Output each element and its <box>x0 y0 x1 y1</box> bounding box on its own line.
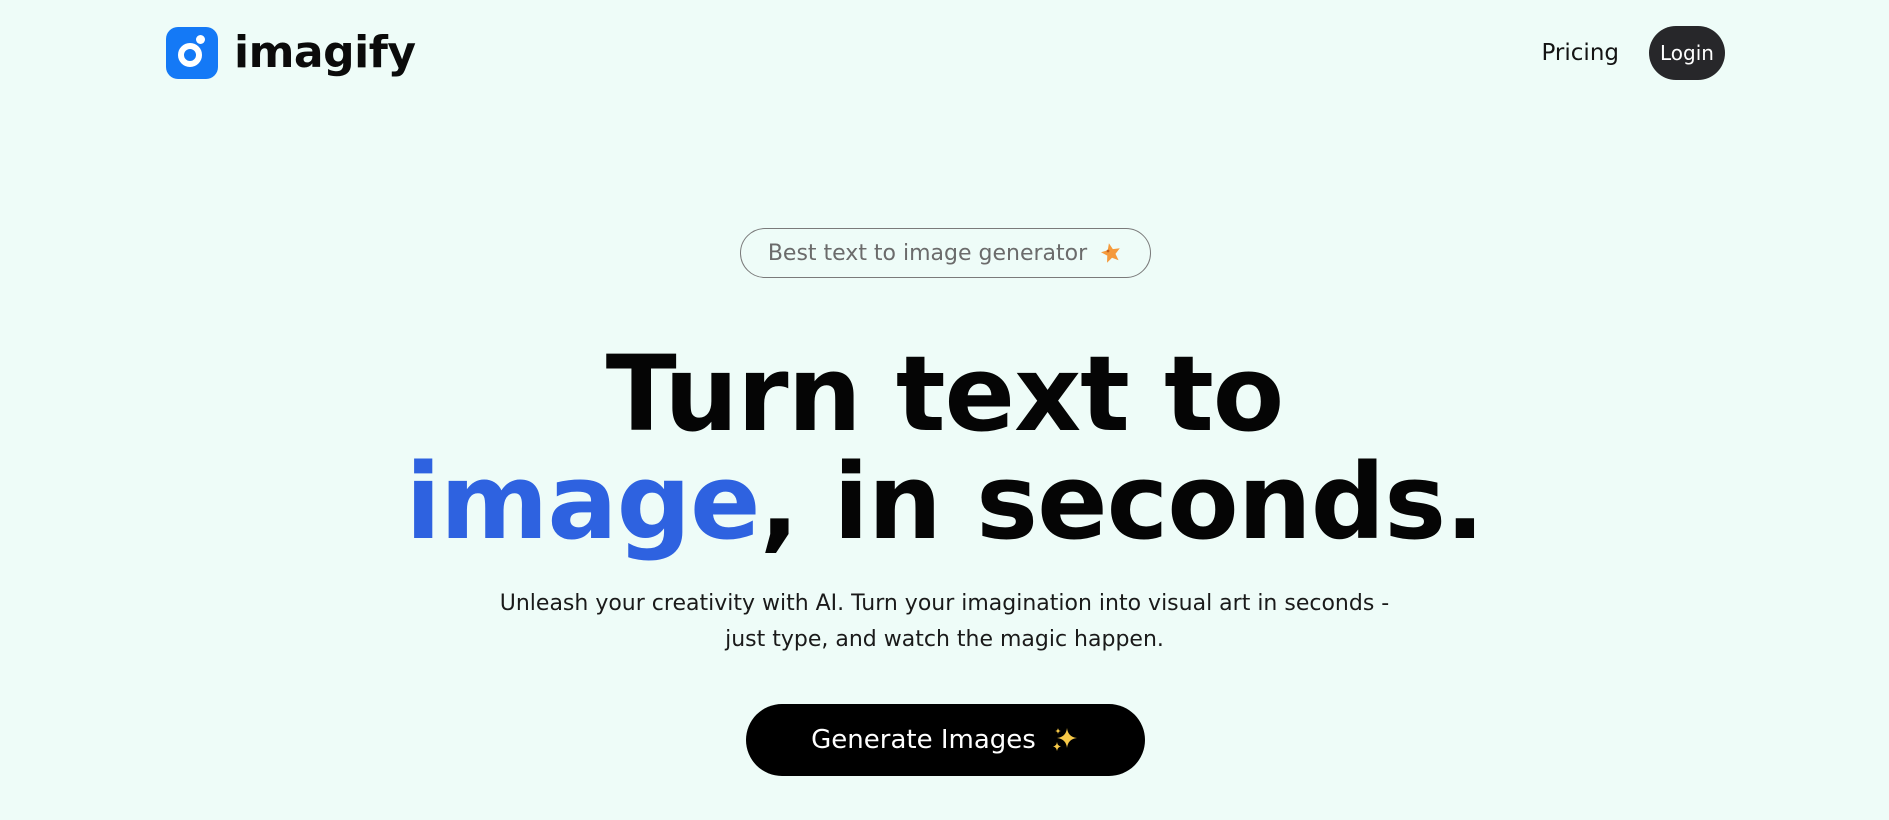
login-button[interactable]: Login <box>1649 26 1725 80</box>
hero-badge: Best text to image generator <box>740 228 1151 278</box>
hero-headline: Turn text to image, in seconds. <box>0 340 1889 556</box>
generate-images-button[interactable]: Generate Images <box>746 704 1145 776</box>
pricing-link[interactable]: Pricing <box>1541 40 1619 66</box>
cta-label: Generate Images <box>811 725 1036 755</box>
headline-highlight: image <box>405 441 760 563</box>
star-icon <box>1101 243 1120 263</box>
badge-label: Best text to image generator <box>767 240 1088 266</box>
nav-menu: Pricing Login <box>1541 26 1725 80</box>
hero-description: Unleash your creativity with AI. Turn yo… <box>499 591 1390 652</box>
camera-lens-icon <box>166 27 218 79</box>
headline-line-2: , in seconds. <box>759 441 1485 563</box>
page: imagify Pricing Login Best text to image… <box>0 0 1889 820</box>
headline-line-1: Turn text to <box>605 333 1285 455</box>
brand-logo[interactable]: imagify <box>166 27 416 79</box>
sparkles-icon <box>1052 728 1077 751</box>
brand-name: imagify <box>234 27 416 78</box>
top-navbar: imagify Pricing Login <box>0 0 1889 108</box>
